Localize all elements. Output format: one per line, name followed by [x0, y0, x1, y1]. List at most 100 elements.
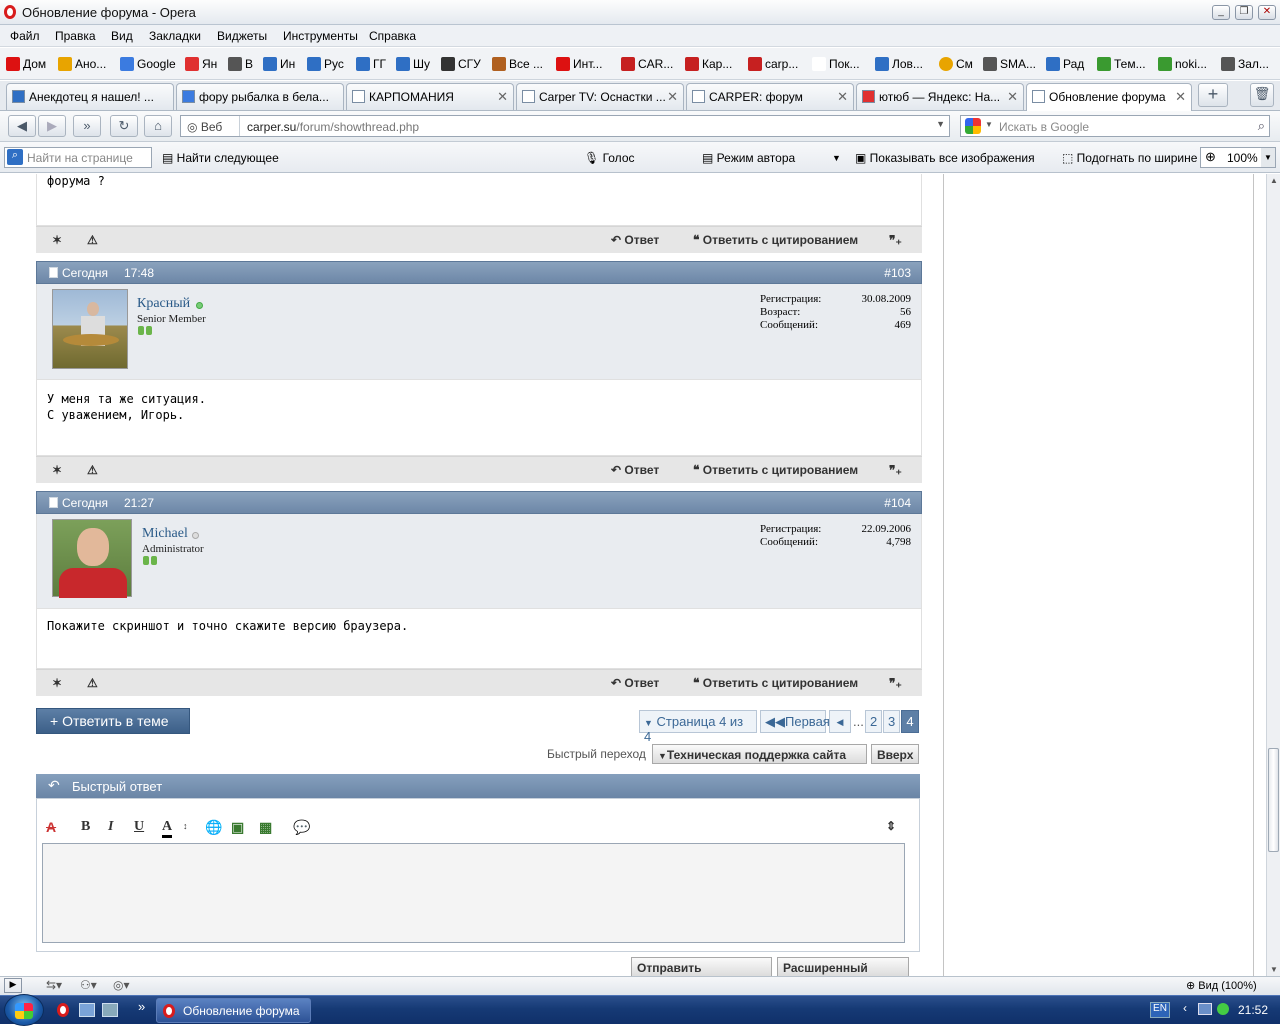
resize-toggle-icon[interactable]: ⇕ [886, 819, 896, 833]
zoom-status[interactable]: ⊕ Вид (100%) [1186, 979, 1257, 992]
back-button[interactable]: ◀ [8, 115, 36, 137]
forward-button[interactable]: ▶ [38, 115, 66, 137]
tab-fishing[interactable]: фору рыбалка в бела... [176, 83, 344, 110]
multiquote-icon[interactable]: ❞₊ [889, 463, 902, 477]
bookmark-item[interactable]: Дом [6, 57, 46, 71]
bookmark-item[interactable]: ГГ [356, 57, 386, 71]
tab-carper-tv[interactable]: Carper TV: Оснастки ... ✕ [516, 83, 684, 110]
find-next-button[interactable]: ▤ Найти следующее [162, 151, 279, 165]
find-input[interactable]: ⌕ Найти на странице [4, 147, 152, 168]
new-tab-button[interactable]: + [1198, 83, 1228, 107]
username-link[interactable]: Michael [142, 526, 188, 542]
tray-expand-icon[interactable]: ‹ [1183, 1001, 1187, 1015]
warning-icon[interactable]: ⚠ [87, 676, 98, 690]
reply-button[interactable]: ↶ Ответ [611, 676, 659, 690]
bookmark-item[interactable]: Лов... [875, 57, 923, 71]
menu-view[interactable]: Вид [111, 29, 133, 43]
image-icon[interactable]: ▣ [231, 819, 244, 836]
close-tab-icon[interactable]: ✕ [667, 89, 678, 105]
bookmark-item[interactable]: Кар... [685, 57, 732, 71]
fast-forward-button[interactable]: » [73, 115, 101, 137]
taskbar-opera-window[interactable]: Обновление форума ... [156, 998, 311, 1032]
window-switch-icon[interactable] [102, 1003, 118, 1017]
tab-anekdot[interactable]: Анекдотец я нашел! ... [6, 83, 174, 110]
username-link[interactable]: Красный [137, 296, 190, 312]
link-icon[interactable]: 🌐 [205, 819, 222, 836]
tab-yandex[interactable]: ютюб — Яндекс: На... ✕ [856, 83, 1024, 110]
maximize-button[interactable]: ❐ [1235, 5, 1253, 20]
bold-icon[interactable]: B [81, 819, 90, 835]
bookmark-item[interactable]: В [228, 57, 253, 71]
reload-button[interactable]: ↻ [110, 115, 138, 137]
close-tab-icon[interactable]: ✕ [837, 89, 848, 105]
show-images-button[interactable]: ▣ Показывать все изображения [855, 151, 1035, 165]
bookmark-item[interactable]: Рус [307, 57, 344, 71]
bookmark-item[interactable]: СГУ [441, 57, 481, 71]
home-button[interactable]: ⌂ [144, 115, 172, 137]
language-indicator[interactable]: EN [1150, 1002, 1170, 1018]
zoom-select[interactable]: ⊕ 100% ▼ [1200, 147, 1276, 168]
sync-icon[interactable]: ⇆▾ [46, 978, 62, 992]
top-button[interactable]: Вверх [871, 744, 919, 764]
post-number-link[interactable]: #103 [884, 266, 911, 280]
menu-widgets[interactable]: Виджеты [217, 29, 267, 43]
reply-button[interactable]: ↶ Ответ [611, 463, 659, 477]
bookmark-item[interactable]: Ано... [58, 57, 106, 71]
bookmark-item[interactable]: Зал... [1221, 57, 1269, 71]
submit-message-button[interactable]: Отправить сообщение [631, 957, 772, 976]
scroll-up-icon[interactable]: ▲ [1270, 176, 1278, 185]
video-icon[interactable]: ▦ [259, 819, 272, 836]
chevron-down-icon[interactable]: ▼ [832, 153, 841, 163]
page-3-link[interactable]: 3 [883, 710, 900, 733]
chevron-down-icon[interactable]: ▼ [1261, 148, 1275, 167]
message-textarea[interactable] [42, 843, 905, 943]
multiquote-icon[interactable]: ❞₊ [889, 676, 902, 690]
avatar[interactable] [52, 289, 128, 369]
font-color-icon[interactable]: A [162, 819, 173, 838]
menu-file[interactable]: Файл [10, 29, 40, 43]
reply-in-thread-button[interactable]: + Ответить в теме [36, 708, 190, 734]
warning-icon[interactable]: ⚠ [87, 233, 98, 247]
dropdown-icon[interactable]: ▼ [936, 119, 945, 129]
reply-quote-button[interactable]: ❝ Ответить с цитированием [693, 233, 858, 247]
clock[interactable]: 21:52 [1238, 1003, 1268, 1017]
menu-help[interactable]: Справка [369, 29, 416, 43]
start-button[interactable] [4, 994, 44, 1026]
bookmark-item[interactable]: Рад [1046, 57, 1084, 71]
bookmark-item[interactable]: Все ... [492, 57, 543, 71]
star-icon[interactable]: ✶ [52, 676, 62, 690]
menu-bookmarks[interactable]: Закладки [149, 29, 201, 43]
panel-toggle-icon[interactable]: ▶ [4, 978, 22, 993]
bookmark-item[interactable]: Ян [185, 57, 217, 71]
page-scrollbar[interactable]: ▲ ▼ [1266, 174, 1280, 976]
chevron-down-icon[interactable]: ↕ [183, 821, 188, 831]
post-number-link[interactable]: #104 [884, 496, 911, 510]
bookmark-item[interactable]: Пок... [812, 57, 860, 71]
advanced-mode-button[interactable]: Расширенный режим [777, 957, 909, 976]
menu-edit[interactable]: Правка [55, 29, 96, 43]
voice-button[interactable]: 🎙 Голос [584, 151, 635, 165]
close-tab-icon[interactable]: ✕ [1007, 89, 1018, 105]
star-icon[interactable]: ✶ [52, 463, 62, 477]
warning-icon[interactable]: ⚠ [87, 463, 98, 477]
bookmark-item[interactable]: См [939, 57, 973, 71]
menu-tools[interactable]: Инструменты [283, 29, 358, 43]
first-page-link[interactable]: ◀◀Первая [760, 710, 830, 733]
search-icon[interactable]: ⌕ [1258, 118, 1265, 134]
address-field[interactable]: ◎ Веб carper.su/forum/showthread.php ▼ [180, 115, 950, 137]
scrollbar-thumb[interactable] [1268, 748, 1279, 852]
reply-quote-button[interactable]: ❝ Ответить с цитированием [693, 676, 858, 690]
search-input[interactable]: ▼ Искать в Google ⌕ [960, 115, 1270, 137]
quick-nav-select[interactable]: ▼Техническая поддержка сайта [652, 744, 867, 764]
bookmark-item[interactable]: SMA... [983, 57, 1036, 71]
network-icon[interactable] [1198, 1003, 1212, 1015]
tab-karpomania[interactable]: КАРПОМАНИЯ ✕ [346, 83, 514, 110]
unite-icon[interactable]: ⚇▾ [80, 978, 97, 992]
quote-bubble-icon[interactable]: 💬 [293, 819, 310, 836]
quicklaunch-more-icon[interactable]: » [138, 999, 145, 1014]
pagination-dropdown[interactable]: ▼ Страница 4 из 4 [639, 710, 757, 744]
reply-button[interactable]: ↶ Ответ [611, 233, 659, 247]
remove-format-icon[interactable]: A [46, 819, 56, 835]
bookmark-item[interactable]: Инт... [556, 57, 602, 71]
underline-icon[interactable]: U [134, 819, 144, 835]
